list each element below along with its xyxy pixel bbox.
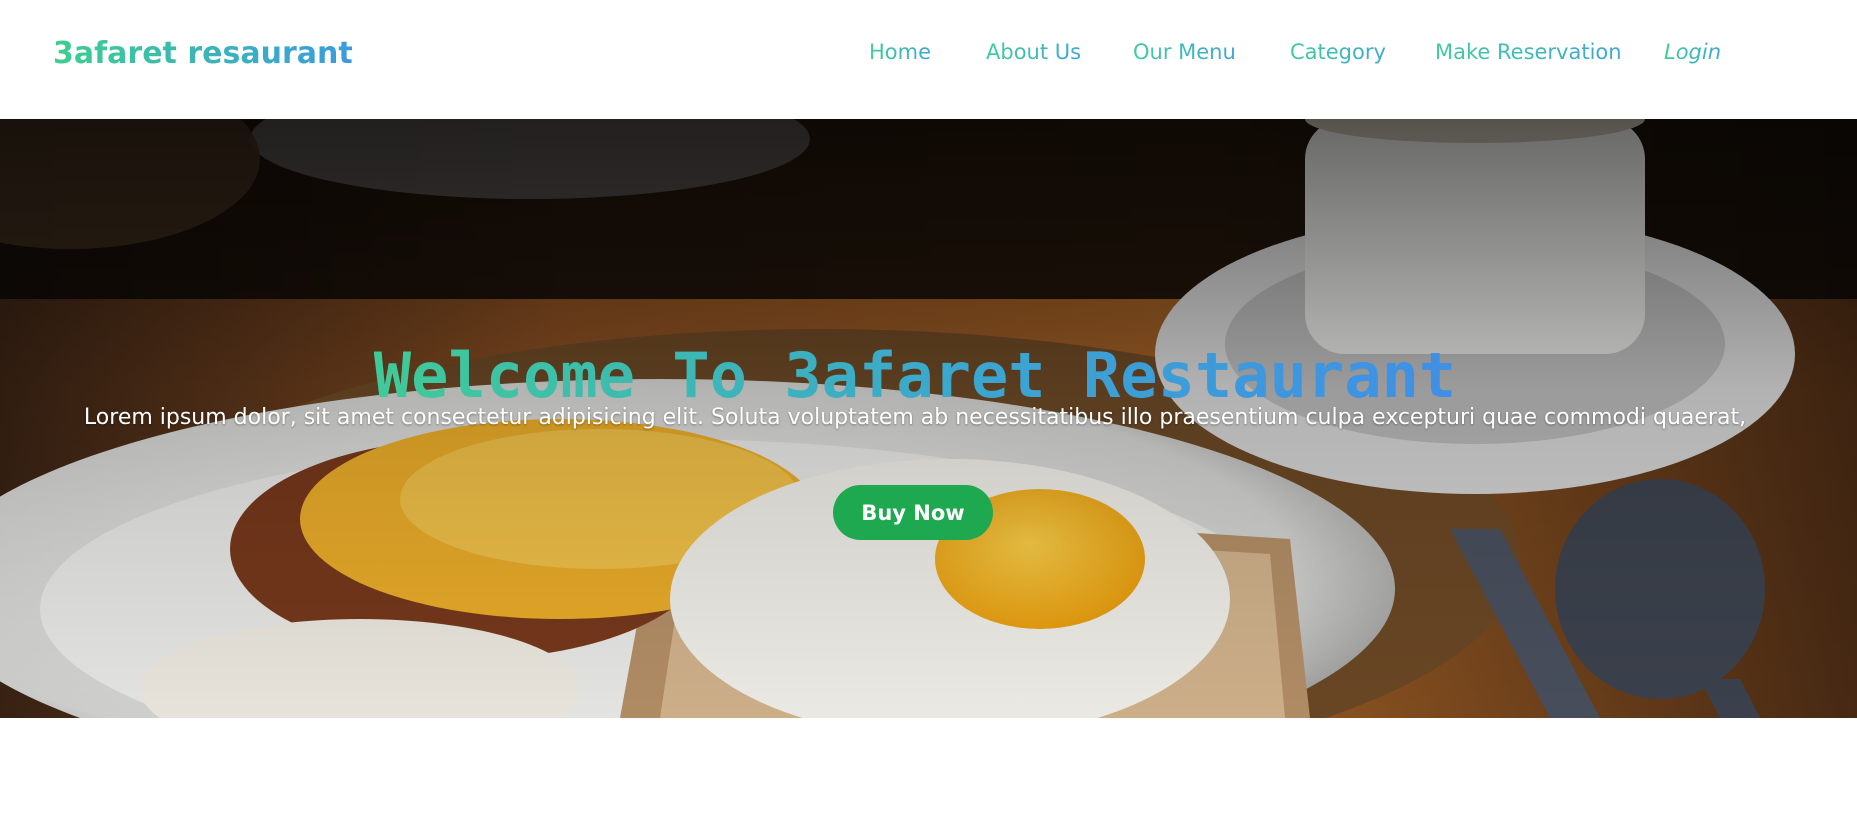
navbar: 3afaret resaurant Home About Us Our Menu… (0, 0, 1857, 119)
nav-login[interactable]: Login (1664, 40, 1721, 64)
hero-banner: Welcome To 3afaret Restaurant Lorem ipsu… (0, 119, 1857, 718)
buy-now-button[interactable]: Buy Now (833, 485, 993, 540)
nav-about-us[interactable]: About Us (986, 40, 1081, 64)
nav-category[interactable]: Category (1290, 40, 1386, 64)
hero-subtitle: Lorem ipsum dolor, sit amet consectetur … (83, 405, 1747, 430)
hero-title: Welcome To 3afaret Restaurant (373, 338, 1457, 412)
nav-make-reservation[interactable]: Make Reservation (1435, 40, 1622, 64)
nav-links: Home About Us Our Menu Category Make Res… (0, 40, 1857, 70)
nav-home[interactable]: Home (869, 40, 931, 64)
nav-our-menu[interactable]: Our Menu (1133, 40, 1236, 64)
